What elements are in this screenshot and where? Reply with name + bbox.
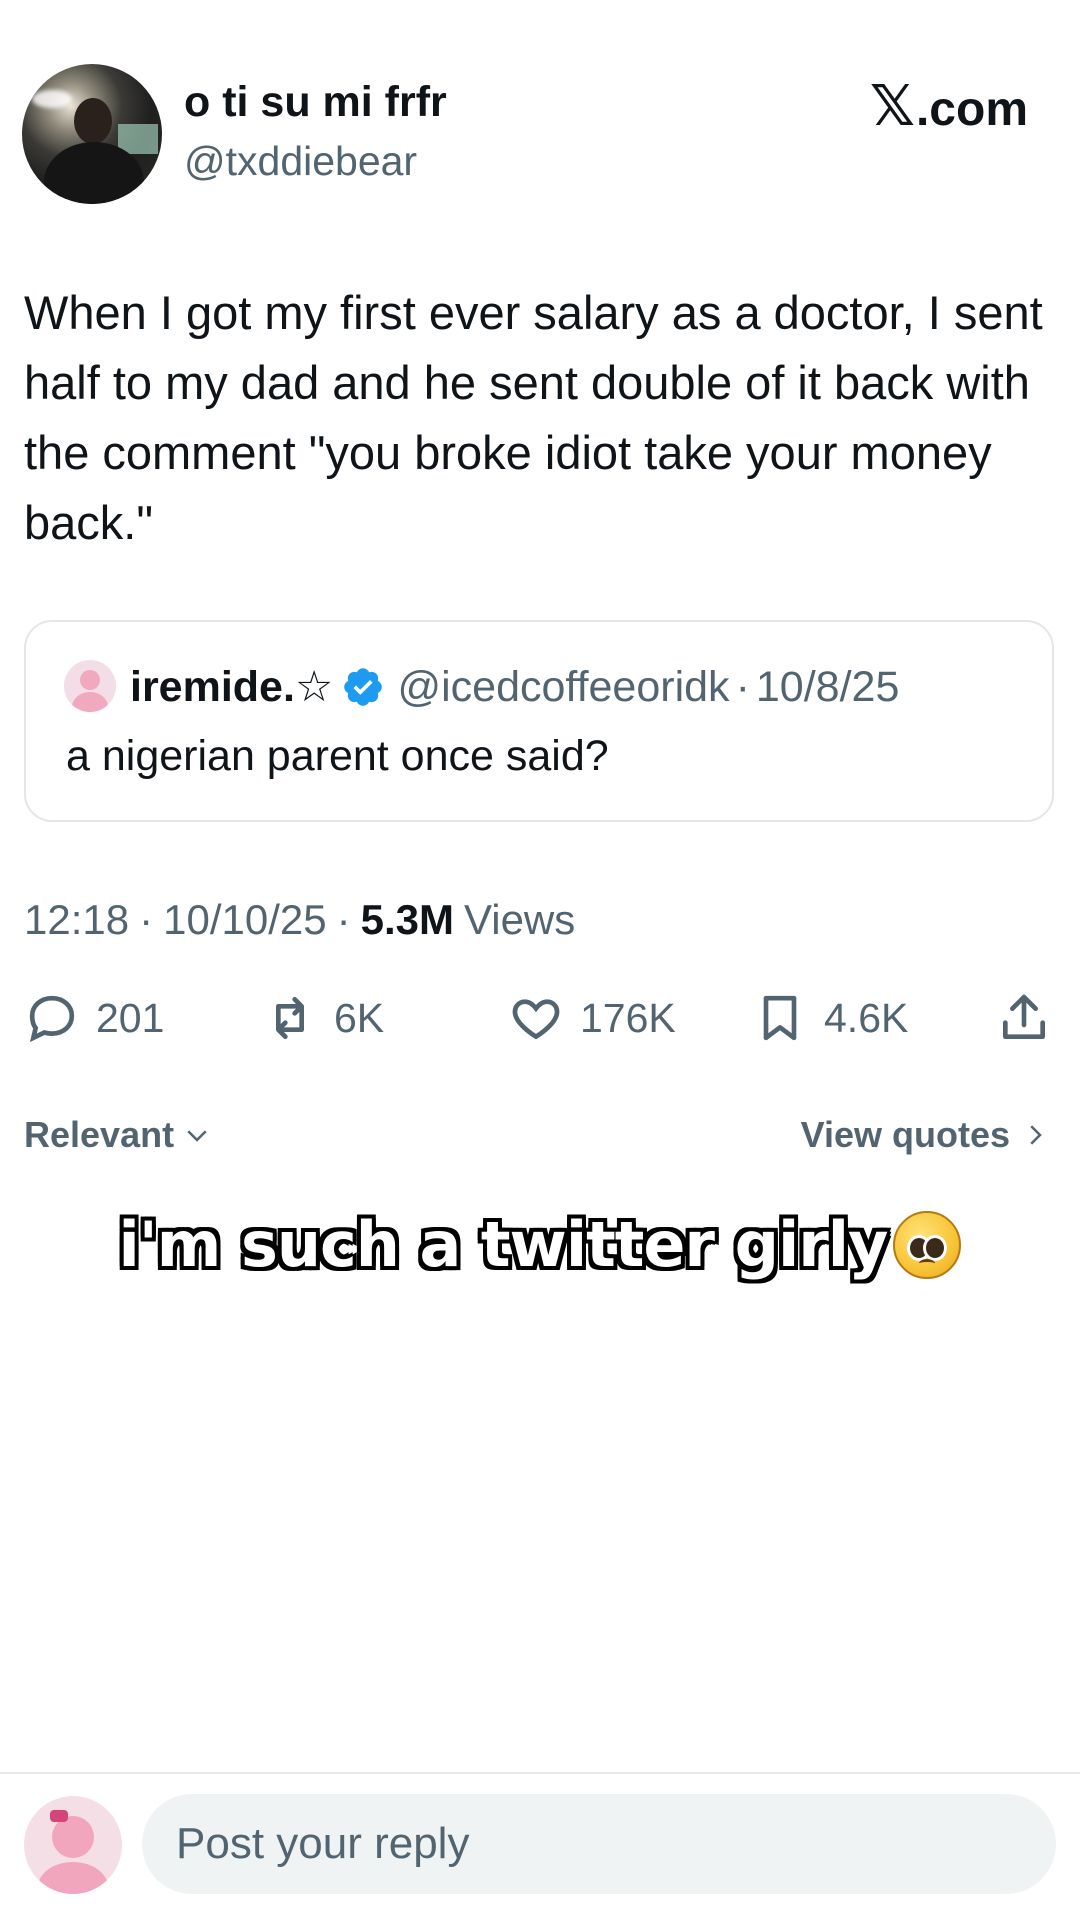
divider [0,1772,1080,1774]
bookmark-count: 4.6K [824,994,909,1041]
site-watermark: 𝕏 .com [870,78,1028,137]
chevron-right-icon [1030,1125,1042,1145]
repost-icon [276,997,304,1039]
like-count: 176K [580,994,676,1041]
tweet-time: 12:18 [24,896,130,943]
verified-badge-icon [344,668,383,706]
reply-placeholder: Post your reply [176,1819,470,1868]
pleading-face-emoji-icon [893,1210,962,1279]
repost-button[interactable]: 6K [262,990,384,1046]
bookmark-button[interactable]: 4.6K [752,990,908,1046]
share-icon [1003,994,1045,1039]
caption-text: i'm such a twitter girly [118,1208,889,1281]
heart-icon [512,999,560,1040]
quoted-tweet-text: a nigerian parent once said? [66,732,609,780]
meta-dot: · [139,896,154,943]
current-user-avatar [24,1796,122,1894]
author-avatar[interactable] [22,64,162,204]
views-label: Views [463,896,576,943]
quoted-author-name: iremide.☆ [130,663,334,711]
like-button[interactable]: 176K [508,990,676,1046]
author-display-name[interactable]: o ti su mi frfr [184,78,447,127]
overlay-caption: i'm such a twitter girly [0,1208,1080,1281]
x-logo-icon: 𝕏 [869,74,915,137]
quoted-author-avatar [64,660,116,712]
author-handle[interactable]: @txddiebear [184,138,417,185]
repost-count: 6K [334,994,385,1041]
reply-icon [29,995,75,1043]
quoted-tweet-card[interactable]: iremide.☆ @icedcoffeeoridk · 10/8/25 a n… [24,620,1054,822]
reply-input[interactable]: Post your reply [142,1794,1056,1894]
tweet-text: When I got my first ever salary as a doc… [24,286,1043,549]
reply-count: 201 [96,994,165,1041]
quoted-separator: · [735,662,750,711]
share-button[interactable] [996,990,1052,1046]
bookmark-icon [763,995,797,1041]
view-quotes-link[interactable]: View quotes [801,1114,1050,1156]
sort-label: Relevant [24,1114,175,1155]
views-count: 5.3M [360,896,454,943]
view-quotes-label: View quotes [800,1114,1010,1155]
site-label: .com [915,83,1028,136]
quoted-date: 10/8/25 [755,662,900,711]
tweet-date: 10/10/25 [163,896,327,943]
meta-dot: · [336,896,351,943]
tweet-meta: 12:18 · 10/10/25 · 5.3M Views [24,896,575,944]
quoted-author-handle: @icedcoffeeoridk [397,662,730,711]
sort-replies-dropdown[interactable]: Relevant [24,1114,212,1156]
reply-button[interactable]: 201 [24,990,164,1046]
chevron-down-icon [187,1130,207,1142]
